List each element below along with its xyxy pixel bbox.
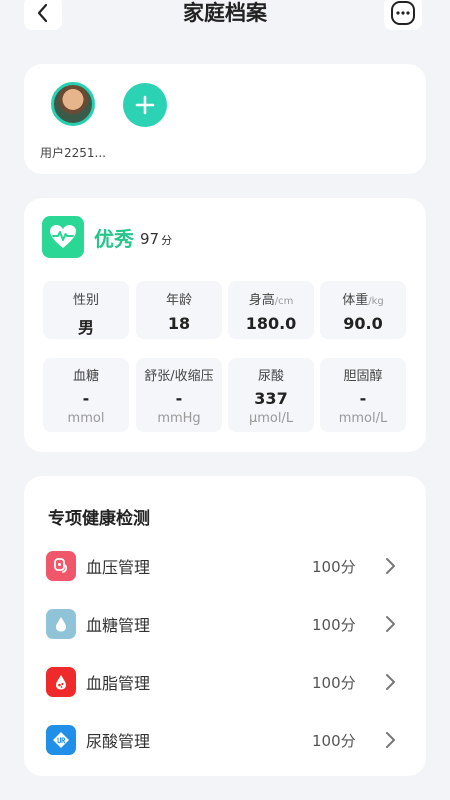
metric-label: 胆固醇: [343, 369, 383, 384]
metric-value: 男: [77, 318, 94, 337]
list-item-score: 100分: [312, 557, 356, 576]
metric-blood-sugar: 血糖 - mmol: [43, 358, 129, 432]
metric-value: -: [82, 389, 90, 408]
blood-pressure-icon: [46, 551, 76, 581]
add-member-button[interactable]: [123, 83, 167, 127]
list-item-label: 血脂管理: [86, 674, 151, 693]
chevron-right-icon: [386, 732, 395, 748]
metric-unit: mmol/L: [338, 411, 388, 426]
metric-blood-pressure: 舒张/收缩压 - mmHg: [136, 358, 222, 432]
list-item-label: 血糖管理: [86, 616, 151, 635]
metric-value: -: [175, 389, 183, 408]
metric-label: 舒张/收缩压: [144, 369, 214, 384]
chevron-right-icon: [386, 616, 395, 632]
uric-acid-icon: [46, 725, 76, 755]
metric-height: 身高/cm 180.0: [228, 281, 314, 339]
list-item-label: 血压管理: [86, 558, 151, 577]
avatar: [51, 82, 95, 126]
metric-label: 血糖: [72, 369, 99, 384]
metric-label: 年龄: [165, 293, 192, 308]
metric-label: 身高: [248, 293, 275, 308]
member-name: 用户2251...: [40, 146, 106, 160]
metric-value: 180.0: [245, 314, 297, 333]
health-overview-card: 优秀 97 分 性别 男 年龄 18 身高/cm 180.0 体重/kg 90.…: [24, 198, 426, 452]
metric-unit: /kg: [368, 296, 384, 307]
metric-age: 年龄 18: [136, 281, 222, 339]
list-item-score: 100分: [312, 731, 356, 750]
health-score-row: 优秀 97 分: [42, 216, 172, 258]
metric-weight: 体重/kg 90.0: [320, 281, 406, 339]
member-item[interactable]: 用户2251...: [28, 82, 118, 161]
list-item-uric-acid[interactable]: 尿酸管理 100分: [46, 723, 406, 757]
metric-label: 性别: [72, 293, 99, 308]
metric-gender: 性别 男: [43, 281, 129, 339]
list-item-label: 尿酸管理: [86, 732, 151, 751]
metric-value: -: [359, 389, 367, 408]
list-item-score: 100分: [312, 673, 356, 692]
page-title: 家庭档案: [183, 1, 267, 25]
blood-lipid-icon: [46, 667, 76, 697]
health-score-unit: 分: [161, 234, 173, 247]
health-rating: 优秀: [94, 226, 134, 251]
family-members-card: 用户2251...: [24, 64, 426, 174]
metric-value: 337: [254, 389, 288, 408]
more-horizontal-icon: [391, 1, 415, 25]
section-title: 专项健康检测: [48, 509, 150, 529]
plus-icon: [135, 95, 155, 115]
heart-pulse-icon: [42, 216, 84, 258]
metric-value: 90.0: [343, 314, 383, 333]
metric-unit: mmol: [67, 411, 105, 426]
metric-label: 尿酸: [257, 369, 284, 384]
chevron-right-icon: [386, 558, 395, 574]
list-item-score: 100分: [312, 615, 356, 634]
metric-unit: mmHg: [157, 411, 201, 426]
metric-value: 18: [167, 314, 191, 333]
chevron-right-icon: [386, 674, 395, 690]
health-score: 97: [140, 230, 160, 248]
more-button[interactable]: [384, 0, 422, 30]
blood-sugar-drop-icon: [46, 609, 76, 639]
metric-unit: μmol/L: [248, 411, 294, 426]
metric-label: 体重: [342, 293, 369, 308]
header: 家庭档案: [0, 0, 450, 30]
metric-unit: /cm: [274, 296, 294, 307]
list-item-blood-sugar[interactable]: 血糖管理 100分: [46, 607, 406, 641]
metric-cholesterol: 胆固醇 - mmol/L: [320, 358, 406, 432]
special-health-card: 专项健康检测 血压管理 100分 血糖管理 100分 血脂管理 100分 尿酸管…: [24, 476, 426, 776]
list-item-blood-pressure[interactable]: 血压管理 100分: [46, 549, 406, 583]
list-item-blood-lipid[interactable]: 血脂管理 100分: [46, 665, 406, 699]
metric-uric-acid: 尿酸 337 μmol/L: [228, 358, 314, 432]
